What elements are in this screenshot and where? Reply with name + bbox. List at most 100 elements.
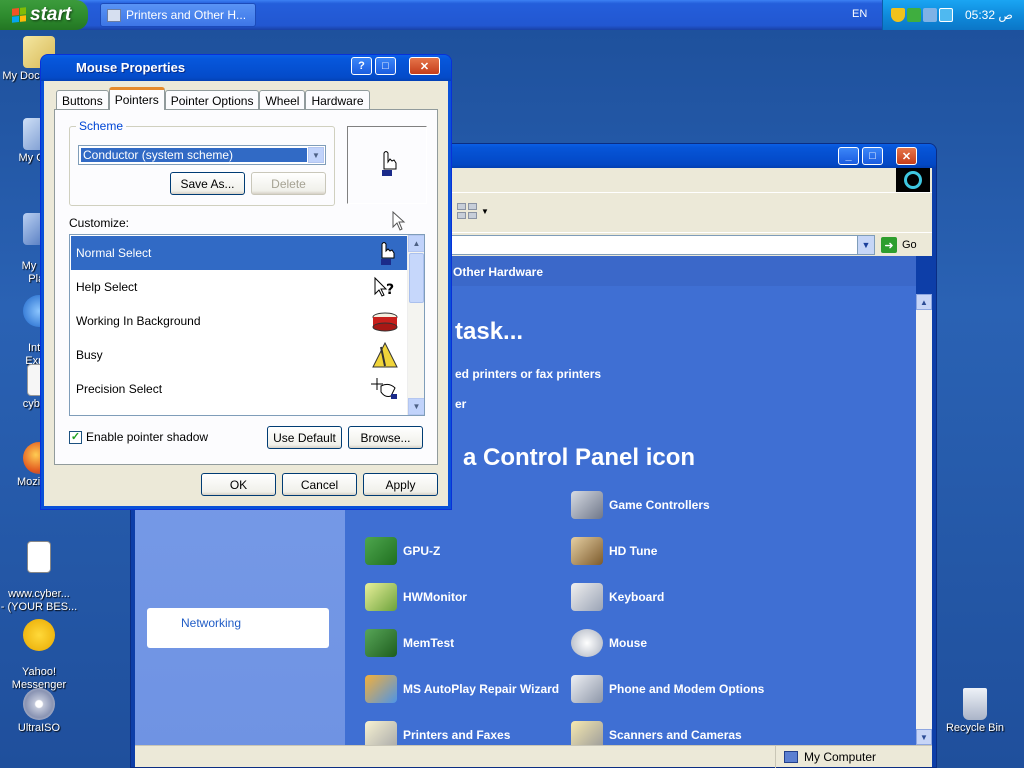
metronome-icon (372, 342, 398, 368)
cp-icon-memtest[interactable]: MemTest (365, 627, 454, 659)
pointer-shadow-checkbox[interactable]: ✓ Enable pointer shadow (69, 430, 208, 444)
delete-button[interactable]: Delete (251, 172, 326, 195)
tab-wheel[interactable]: Wheel (259, 90, 306, 110)
pointer-list[interactable]: Normal Select Help Select ? Working In B… (69, 234, 425, 416)
cp-icon-keyboard[interactable]: Keyboard (571, 581, 664, 613)
checkmark-icon[interactable]: ✓ (69, 430, 82, 444)
list-item[interactable]: Normal Select (71, 236, 407, 270)
hard-disk-icon (571, 537, 603, 565)
shortcut-icon (27, 541, 51, 573)
network-link[interactable]: Networking (181, 616, 241, 630)
network-link-box[interactable]: Networking (147, 608, 329, 648)
hwmonitor-icon (365, 583, 397, 611)
cp-icon-printers-faxes[interactable]: Printers and Faxes (365, 719, 510, 745)
list-item[interactable]: Precision Select (71, 372, 407, 406)
tab-buttons[interactable]: Buttons (56, 90, 109, 110)
phone-icon (571, 675, 603, 703)
hand-pointer-icon (382, 151, 397, 176)
ok-button[interactable]: OK (201, 473, 276, 496)
pointer-shadow-label: Enable pointer shadow (86, 430, 209, 444)
save-as-button[interactable]: Save As... (170, 172, 245, 195)
cp-icon-hwmonitor[interactable]: HWMonitor (365, 581, 467, 613)
tab-strip: Buttons Pointers Pointer Options Wheel H… (56, 87, 370, 110)
pointers-tab-page: Scheme Conductor (system scheme) ▼ Save … (54, 109, 438, 465)
hand-pointer-icon (381, 242, 395, 265)
disc-icon (23, 688, 55, 720)
desktop-icon-label: UltraISO (17, 722, 61, 734)
cp-icon-phone-modem[interactable]: Phone and Modem Options (571, 673, 764, 705)
taskbar-button-printers[interactable]: Printers and Other H... (100, 3, 256, 27)
mouse-properties-dialog[interactable]: Mouse Properties ? □ ✕ Buttons Pointers … (40, 54, 452, 510)
apply-button[interactable]: Apply (363, 473, 438, 496)
pointer-list-scrollbar[interactable]: ▲ ▼ (407, 235, 424, 415)
system-tray: 05:32 ص (882, 0, 1024, 30)
security-icon[interactable] (907, 8, 921, 22)
windows-flag-icon (12, 7, 26, 23)
cp-icon-hd-tune[interactable]: HD Tune (571, 535, 657, 567)
windows-logo-icon (896, 168, 930, 192)
minimize-button[interactable]: _ (838, 147, 859, 165)
scroll-down-button[interactable]: ▼ (408, 398, 424, 415)
desktop-icon-ultraiso[interactable]: UltraISO (0, 688, 78, 735)
drum-icon (372, 312, 398, 332)
dialog-titlebar[interactable]: Mouse Properties ? □ ✕ (41, 55, 451, 81)
cp-icon-autoplay-repair[interactable]: MS AutoPlay Repair Wizard (365, 673, 559, 705)
desktop-icon-recycle-bin[interactable]: Recycle Bin (936, 688, 1014, 735)
status-zone: My Computer (775, 746, 876, 768)
content-scrollbar[interactable]: ▲ ▼ (916, 294, 932, 745)
use-default-button[interactable]: Use Default (267, 426, 342, 449)
scheme-select[interactable]: Conductor (system scheme) ▼ (78, 145, 326, 165)
tab-pointers[interactable]: Pointers (108, 87, 165, 110)
scheme-group: Scheme Conductor (system scheme) ▼ Save … (69, 119, 335, 206)
desktop-icon-label: Recycle Bin (945, 722, 1005, 734)
antivirus-icon[interactable] (939, 8, 953, 22)
close-button[interactable]: ✕ (896, 147, 917, 165)
taskbar: start Printers and Other H... EN 05:32 ص (0, 0, 1024, 30)
task-link-printers[interactable]: ed printers or fax printers (455, 367, 601, 381)
cp-icon-game-controllers[interactable]: Game Controllers (571, 489, 710, 521)
cp-icon-mouse[interactable]: Mouse (571, 627, 647, 659)
printer-icon (365, 721, 397, 745)
cp-icon-gpu-z[interactable]: GPU-Z (365, 535, 440, 567)
pick-icon-heading: a Control Panel icon (463, 444, 696, 471)
task-link-printer[interactable]: er (455, 397, 466, 411)
tab-pointer-options[interactable]: Pointer Options (164, 90, 260, 110)
memory-icon (365, 629, 397, 657)
list-item[interactable]: Working In Background (71, 304, 407, 338)
views-button[interactable]: ▼ (457, 203, 489, 223)
arrow-right-icon: ➜ (881, 237, 897, 253)
list-item[interactable]: Busy (71, 338, 407, 372)
tab-hardware[interactable]: Hardware (305, 90, 370, 110)
dialog-body: Buttons Pointers Pointer Options Wheel H… (44, 81, 448, 506)
scroll-up-button[interactable]: ▲ (408, 235, 424, 252)
help-button[interactable]: ? (351, 57, 372, 75)
cp-icon-scanners-cameras[interactable]: Scanners and Cameras (571, 719, 742, 745)
arrow-cursor-icon (392, 211, 406, 231)
gamepad-icon (571, 491, 603, 519)
start-button[interactable]: start (0, 0, 88, 30)
address-dropdown-button[interactable]: ▼ (857, 236, 874, 254)
maximize-button[interactable]: □ (862, 147, 883, 165)
status-zone-label: My Computer (804, 750, 877, 764)
start-label: start (30, 4, 72, 25)
browse-button[interactable]: Browse... (348, 426, 423, 449)
computer-icon (784, 751, 798, 763)
scroll-thumb[interactable] (409, 253, 424, 303)
network-icon[interactable] (923, 8, 937, 22)
clock[interactable]: 05:32 ص (965, 8, 1013, 22)
go-button[interactable]: ➜ Go (881, 235, 929, 255)
scroll-up-button[interactable]: ▲ (916, 294, 932, 310)
chevron-down-icon[interactable]: ▼ (308, 147, 324, 163)
scroll-down-button[interactable]: ▼ (916, 729, 932, 745)
list-item[interactable]: Help Select ? (71, 270, 407, 304)
close-button[interactable]: ✕ (409, 57, 440, 75)
cancel-button[interactable]: Cancel (282, 473, 357, 496)
pointer-preview (347, 126, 427, 204)
autoplay-icon (365, 675, 397, 703)
dialog-title: Mouse Properties (76, 60, 186, 75)
go-label: Go (902, 239, 917, 251)
scheme-value: Conductor (system scheme) (81, 148, 307, 162)
maximize-button[interactable]: □ (375, 57, 396, 75)
language-indicator[interactable]: EN (852, 8, 867, 20)
shield-icon[interactable] (891, 8, 905, 22)
